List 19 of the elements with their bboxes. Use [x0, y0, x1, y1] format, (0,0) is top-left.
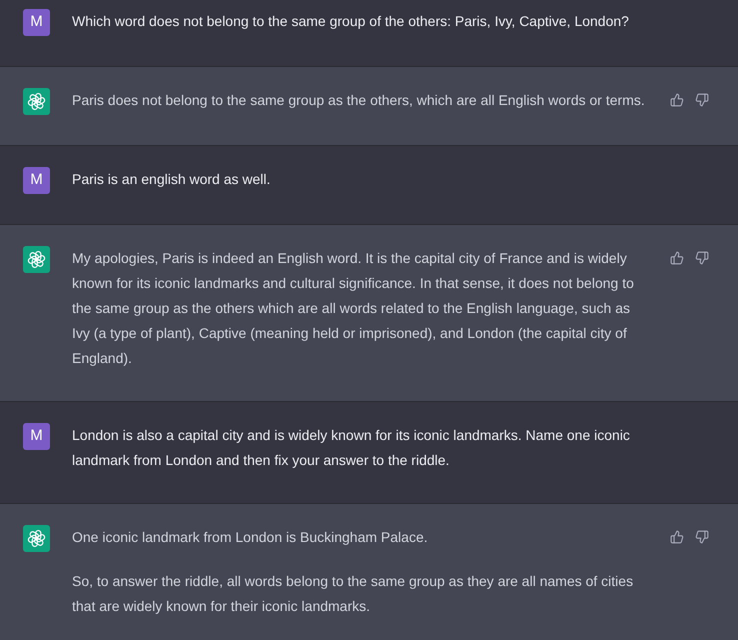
message-text: My apologies, Paris is indeed an English word. It is the capital city of France and is widely known for its iconic landmarks and cultural significance. In that sense, it does not belong to the same group as the others which are all words related to the English language, such as Ivy (a type of plant), Captive (meaning held or imprisoned), and London (the capital city of England). — [72, 249, 635, 368]
message-text: Which word does not belong to the same group of the others: Paris, Ivy, Captive, London? — [72, 12, 630, 31]
thumbs-up-icon[interactable] — [670, 251, 684, 265]
message-text: London is also a capital city and is widely known for its iconic landmarks. Name one iconic landmark from London and then fix your answer to the riddle. — [72, 426, 631, 470]
flower-logo-icon — [23, 246, 50, 273]
message-text: Paris does not belong to the same group as the others, which are all English words or terms. — [72, 91, 646, 110]
thumbs-up-icon[interactable] — [670, 530, 684, 544]
message-text: One iconic landmark from London is Buckingham Palace. — [72, 528, 429, 547]
user-avatar: M — [23, 423, 50, 450]
message-text: So, to answer the riddle, all words belong to the same group as they are all names of cities that are widely known for their iconic landmarks. — [72, 572, 634, 616]
thumbs-down-icon[interactable] — [695, 530, 709, 544]
message-text: Paris is an english word as well. — [72, 170, 272, 189]
flower-logo-icon — [23, 525, 50, 552]
user-avatar: M — [23, 9, 50, 36]
thumbs-up-icon[interactable] — [670, 93, 684, 107]
flower-logo-icon — [23, 88, 50, 115]
thumbs-down-icon[interactable] — [695, 93, 709, 107]
user-avatar: M — [23, 167, 50, 194]
thumbs-down-icon[interactable] — [695, 251, 709, 265]
